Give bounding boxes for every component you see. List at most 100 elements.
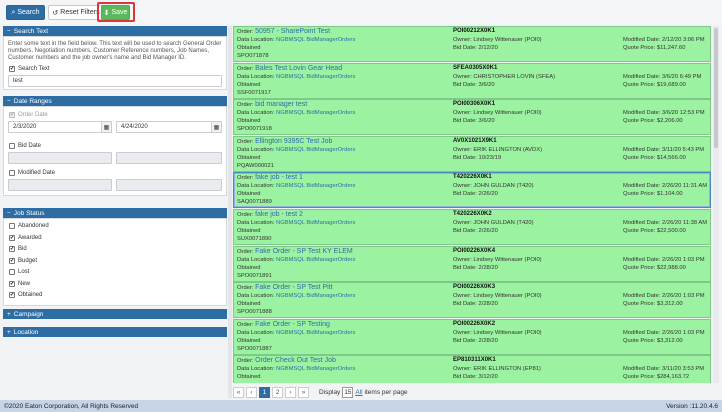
order-name-link[interactable]: bid manager test (255, 101, 307, 108)
order-name-link[interactable]: Ellington 9395C Test Job (255, 138, 332, 145)
order-name-link[interactable]: fake job - test 2 (255, 211, 303, 218)
status-checkbox-abandoned[interactable] (9, 223, 15, 229)
job-status-header[interactable]: − Job Status (3, 208, 227, 218)
owner-value: Lindsey Wittenauer (POI0) (473, 110, 542, 117)
modified-date-value: 2/26/20 11:38 AM (662, 220, 708, 226)
data-location-link[interactable]: NGBMSQL BidManagerOrders (276, 74, 355, 80)
order-card[interactable]: Order: Fake Order - SP Test KY ELEM Data … (233, 245, 711, 282)
order-card[interactable]: Order: Fake Order - SP Testing Data Locat… (233, 318, 711, 355)
search-text-header[interactable]: − Search Text (3, 26, 227, 36)
location-header[interactable]: + Location (3, 327, 227, 337)
order-date-checkbox[interactable]: ✔ (9, 112, 15, 118)
order-card[interactable]: Order: fake job - test 2 Data Location: N… (233, 209, 711, 245)
quote-price-label: Quote Price: (623, 191, 656, 198)
order-name-link[interactable]: Fake Order - SP Testing (255, 321, 330, 328)
order-status: Obtained (237, 45, 261, 51)
data-location-link[interactable]: NGBMSQL BidManagerOrders (276, 110, 355, 116)
bid-date-checkbox[interactable] (9, 143, 15, 149)
copyright-text: ©2020 Eaton Corporation, All Rights Rese… (4, 402, 139, 410)
order-card[interactable]: Order: Bales Test Lovin Gear Head Data Lo… (233, 62, 711, 99)
negotiation-number: POI00226X0K3 (453, 284, 496, 291)
calendar-icon[interactable]: ▦ (101, 121, 112, 133)
order-name-link[interactable]: Bales Test Lovin Gear Head (255, 65, 342, 72)
order-label: Order: (237, 175, 254, 182)
bid-date-from-input[interactable] (8, 152, 112, 164)
status-checkbox-bid[interactable]: ✔ (9, 246, 15, 252)
order-card[interactable]: Order: Fake Order - SP Test Pitt Data Loc… (233, 282, 711, 319)
bid-date-value: 2/28/20 (478, 337, 498, 344)
negotiation-number: POI00226X0K2 (453, 320, 496, 327)
data-location-link[interactable]: NGBMSQL BidManagerOrders (276, 183, 355, 189)
status-label: Lost (18, 269, 30, 275)
page-2-button[interactable]: 2 (272, 386, 283, 398)
order-date-from-input[interactable]: 2/3/2020 (8, 121, 104, 133)
modified-date-to-input[interactable] (116, 179, 222, 191)
search-text-input[interactable]: test (8, 75, 222, 87)
order-card[interactable]: Order: Order Check Out Test Job Data Loca… (233, 355, 711, 383)
download-icon: ⬇ (103, 9, 110, 17)
quote-price-value: $22,988.00 (656, 264, 686, 271)
order-date-to-input[interactable]: 4/24/2020 (116, 121, 212, 133)
scrollbar[interactable] (713, 26, 719, 383)
first-page-button[interactable]: « (233, 386, 244, 398)
owner-label: Owner: (453, 183, 472, 190)
footer: ©2020 Eaton Corporation, All Rights Rese… (0, 400, 722, 412)
order-status: Obtained (237, 264, 261, 271)
search-help-line-3: Customer numbers and the job owner's nam… (8, 55, 186, 61)
negotiation-number: T420226X0K2 (453, 211, 492, 217)
order-status: Obtained (237, 118, 261, 125)
last-page-button[interactable]: » (298, 386, 309, 398)
order-code: SPO0071888 (237, 309, 272, 316)
campaign-header[interactable]: + Campaign (3, 309, 227, 319)
status-checkbox-new[interactable]: ✔ (9, 280, 15, 287)
modified-date-from-input[interactable] (8, 179, 112, 191)
bid-date-label: Bid Date: (453, 81, 477, 88)
bid-date-value: 2/26/20 (478, 228, 498, 234)
order-name-link[interactable]: Order Check Out Test Job (255, 357, 336, 364)
bid-date-to-input[interactable] (116, 152, 222, 164)
modified-date-checkbox[interactable] (9, 170, 15, 176)
results-list: Order: 50957 - SharePoint Test Data Locat… (233, 26, 719, 383)
search-text-checkbox[interactable]: ✔ (9, 66, 15, 72)
job-status-body: Abandoned ✔ Awarded ✔ Bid ✔ Budget Lost ✔ New ✔ Obt… (3, 218, 227, 306)
data-location-link[interactable]: NGBMSQL BidManagerOrders (276, 37, 355, 43)
data-location-label: Data Location: (237, 183, 275, 190)
data-location-link[interactable]: NGBMSQL BidManagerOrders (276, 220, 355, 226)
order-card[interactable]: Order: fake job - test 1 Data Location: N… (233, 172, 711, 209)
modified-date-value: 2/26/20 11:31 AM (662, 183, 708, 190)
status-checkbox-budget[interactable]: ✔ (9, 257, 15, 264)
search-button[interactable]: ⌕ Search (6, 5, 45, 20)
data-location-link[interactable]: NGBMSQL BidManagerOrders (276, 257, 355, 263)
order-card[interactable]: Order: Ellington 9395C Test Job Data Loca… (233, 135, 711, 172)
order-card[interactable]: Order: 50957 - SharePoint Test Data Locat… (233, 26, 711, 62)
owner-label: Owner: (453, 37, 472, 43)
status-checkbox-lost[interactable] (9, 269, 15, 275)
order-name-link[interactable]: fake job - test 1 (255, 174, 303, 181)
bid-date-value: 2/28/20 (478, 264, 498, 271)
order-name-link[interactable]: Fake Order - SP Test Pitt (255, 284, 333, 291)
order-name-link[interactable]: 50957 - SharePoint Test (255, 28, 330, 35)
status-checkbox-awarded[interactable]: ✔ (9, 234, 15, 241)
reset-filters-button[interactable]: ↺ Reset Filters (48, 5, 104, 20)
data-location-link[interactable]: NGBMSQL BidManagerOrders (276, 147, 355, 153)
panel-splitter[interactable] (228, 26, 232, 398)
page-size-input[interactable]: 15 (342, 386, 354, 398)
data-location-link[interactable]: NGBMSQL BidManagerOrders (276, 293, 355, 299)
next-page-button[interactable]: › (285, 386, 296, 398)
prev-page-button[interactable]: ‹ (246, 386, 257, 398)
data-location-link[interactable]: NGBMSQL BidManagerOrders (276, 330, 355, 336)
owner-value: JOHN GULDAN (T420) (473, 183, 534, 190)
scrollbar-thumb[interactable] (714, 28, 718, 148)
all-items-link[interactable]: All (355, 389, 362, 396)
quote-price-label: Quote Price: (623, 264, 656, 271)
page-1-button[interactable]: 1 (259, 386, 270, 398)
status-checkbox-obtained[interactable]: ✔ (9, 292, 15, 298)
order-card[interactable]: Order: bid manager test Data Location: NG… (233, 99, 711, 136)
data-location-link[interactable]: NGBMSQL BidManagerOrders (276, 366, 355, 372)
date-ranges-header[interactable]: − Date Ranges (3, 96, 227, 106)
calendar-icon[interactable]: ▦ (211, 121, 222, 133)
search-icon: ⌕ (11, 8, 16, 16)
save-button[interactable]: ⬇ Save (101, 5, 130, 20)
owner-label: Owner: (453, 329, 472, 336)
order-name-link[interactable]: Fake Order - SP Test KY ELEM (255, 248, 353, 255)
